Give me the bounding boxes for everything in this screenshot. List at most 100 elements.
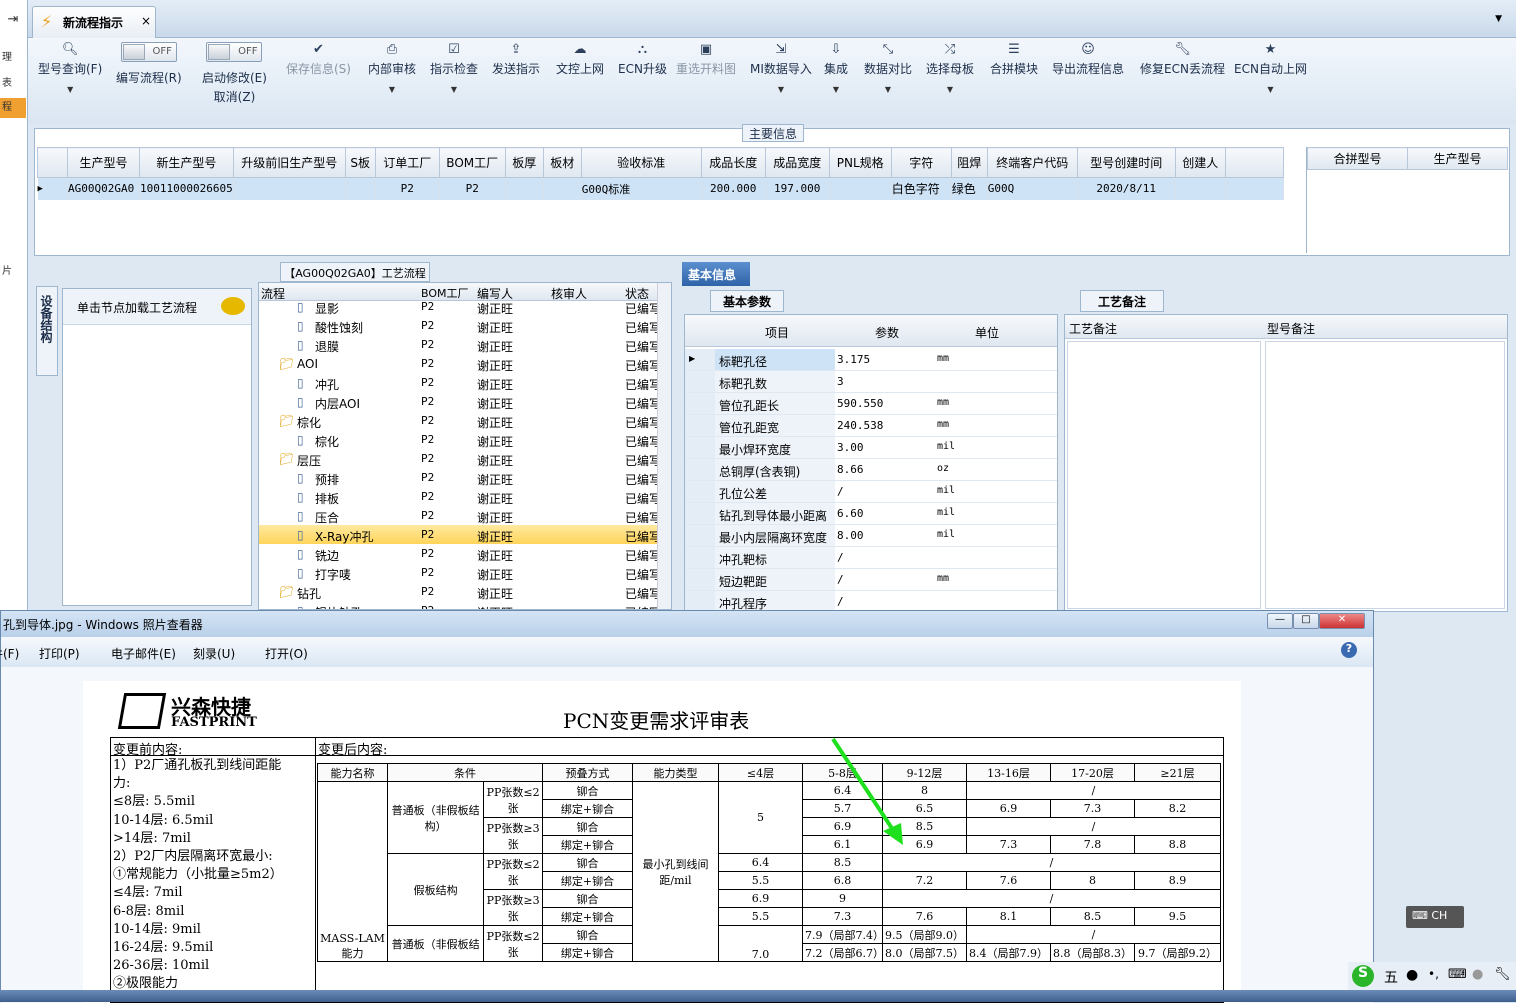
param-row[interactable]: 标靶孔数 3	[685, 371, 1057, 393]
param-row[interactable]: 最小内层隔离环宽度 8.00 mil	[685, 525, 1057, 547]
compare-data-button[interactable]: ⤡ 数据对比 ▼	[864, 42, 912, 94]
dropdown-icon[interactable]: ▼	[1495, 14, 1502, 24]
tree-row[interactable]: 📁︎钻孔 P2 谢正旺 已编写	[259, 582, 657, 601]
column-header[interactable]: 创建人	[1174, 147, 1226, 178]
param-row[interactable]: 短边靶距 / mm	[685, 569, 1057, 591]
column-header[interactable]: 型号创建时间	[1076, 147, 1176, 178]
tree-row[interactable]: ▯ 铣边 P2 谢正旺 已编写	[259, 544, 657, 563]
tree-row[interactable]: ▯ 酸性蚀刻 P2 谢正旺 已编写	[259, 316, 657, 335]
column-header[interactable]: S板	[344, 147, 376, 178]
row-selector[interactable]	[685, 591, 715, 611]
row-selector[interactable]	[685, 393, 715, 414]
column-header[interactable]: 生产型号	[67, 147, 140, 178]
cancel-label[interactable]: 取消(Z)	[202, 88, 267, 105]
menu-file[interactable]: 件(F)	[0, 645, 19, 662]
row-selector[interactable]	[685, 547, 715, 568]
tab-basic-info[interactable]: 基本信息	[682, 262, 750, 286]
row-selector[interactable]	[685, 569, 715, 590]
start-modify-toggle[interactable]: OFF 启动修改(E) 取消(Z)	[202, 42, 267, 105]
param-value[interactable]: /	[837, 573, 844, 586]
left-strip-item[interactable]: 理	[0, 48, 26, 68]
punctuation-icon[interactable]: •,	[1428, 967, 1439, 981]
param-value[interactable]: 240.538	[837, 419, 883, 432]
tree-row[interactable]: ▯ 棕化 P2 谢正旺 已编写	[259, 430, 657, 449]
cell[interactable]: P2	[439, 177, 506, 200]
maximize-button[interactable]: □	[1293, 613, 1319, 629]
param-value[interactable]: 3	[837, 375, 844, 388]
param-value[interactable]: /	[837, 485, 844, 498]
param-row[interactable]: 钻孔到导体最小距离 6.60 mil	[685, 503, 1057, 525]
tree-row[interactable]: ▯ 打字唛 P2 谢正旺 已编写	[259, 563, 657, 582]
column-header[interactable]: 项目	[765, 324, 789, 341]
cell[interactable]: AG00Q02GA0	[67, 177, 140, 200]
left-strip-item-active[interactable]: 程	[0, 98, 26, 118]
tree-row[interactable]: ▯铝片钻孔P2谢正旺已编写	[259, 601, 657, 609]
cell[interactable]: G00Q标准	[581, 177, 702, 200]
column-header[interactable]: 终端客户代码	[986, 147, 1078, 178]
keyboard-icon[interactable]: ⌨	[1448, 967, 1467, 982]
select-master-button[interactable]: ⤮ 选择母板 ▼	[926, 42, 974, 94]
row-selector[interactable]	[685, 481, 715, 502]
column-header[interactable]: 验收标准	[580, 147, 702, 178]
close-icon[interactable]: ×	[141, 14, 151, 28]
param-value[interactable]: 590.550	[837, 397, 883, 410]
ime-indicator[interactable]: ⌨ CH	[1406, 906, 1464, 928]
tree-row[interactable]: ▯ 退膜 P2 谢正旺 已编写	[259, 335, 657, 354]
param-value[interactable]: 8.66	[837, 463, 864, 476]
param-value[interactable]: 3.175	[837, 353, 870, 366]
ime-mode[interactable]: 五	[1384, 967, 1398, 987]
ecn-upgrade-button[interactable]: ⛬ ECN升级	[618, 42, 667, 77]
cell[interactable]: P2	[375, 177, 440, 200]
column-header[interactable]: BOM工厂	[438, 147, 506, 178]
vertical-tab-equipment[interactable]: 设备结构	[36, 286, 58, 376]
doc-upload-button[interactable]: ☁ 文控上网	[556, 42, 604, 77]
tree-row[interactable]: ▯ 冲孔 P2 谢正旺 已编写	[259, 373, 657, 392]
cell[interactable]	[543, 177, 582, 200]
left-strip-item[interactable]: 表	[0, 74, 26, 94]
param-row[interactable]: 冲孔靶标 /	[685, 547, 1057, 569]
tree-row[interactable]: ▯ 显影 P2 谢正旺 已编写	[259, 297, 657, 316]
column-header[interactable]: 阻焊	[950, 147, 988, 178]
cell[interactable]: 2020/8/11	[1077, 177, 1176, 200]
minimize-button[interactable]: —	[1267, 613, 1293, 629]
login-icon[interactable]: ⇥	[0, 12, 26, 32]
fix-ecn-button[interactable]: 🔧︎ 修复ECN丢流程	[1140, 42, 1225, 77]
tree-row[interactable]: ▯ X-Ray冲孔 P2 谢正旺 已编写	[259, 525, 657, 544]
row-selector[interactable]	[685, 503, 715, 524]
cell[interactable]: 197.000	[765, 177, 830, 200]
cell[interactable]: 200.000	[701, 177, 766, 200]
column-header[interactable]: 参数	[875, 324, 899, 341]
column-header[interactable]: 订单工厂	[374, 147, 440, 178]
column-header[interactable]: 字符	[890, 147, 952, 178]
row-selector[interactable]: ▶	[685, 349, 715, 370]
model-note-input[interactable]	[1265, 341, 1505, 609]
toggle-switch[interactable]: OFF	[120, 42, 177, 62]
toggle-switch[interactable]: OFF	[206, 42, 263, 62]
send-instruction-button[interactable]: ⇪ 发送指示	[492, 42, 540, 77]
row-selector[interactable]	[685, 525, 715, 546]
ecn-auto-button[interactable]: ★ ECN自动上网 ▼	[1234, 42, 1307, 94]
column-header[interactable]: 新生产型号	[139, 147, 234, 178]
tab-new-flow[interactable]: ⚡ 新流程指示 ×	[32, 6, 156, 38]
row-selector[interactable]	[685, 371, 715, 392]
column-header[interactable]: 合拼型号	[1307, 147, 1408, 170]
menu-email[interactable]: 电子邮件(E)	[111, 645, 176, 662]
cell[interactable]	[233, 177, 346, 200]
internal-review-button[interactable]: ⎙ 内部审核 ▼	[368, 42, 416, 94]
menu-open[interactable]: 打开(O)	[265, 645, 308, 662]
row-selector[interactable]	[685, 415, 715, 436]
param-value[interactable]: 3.00	[837, 441, 864, 454]
column-header[interactable]: 板厚	[504, 147, 544, 178]
tree-scrollbar[interactable]	[657, 283, 671, 609]
cell[interactable]: 白色字符	[891, 177, 952, 200]
close-button[interactable]: ✕	[1319, 613, 1365, 629]
table-row[interactable]: ▶ AG00Q02GA0 10011000026605 P2 P2 G00Q标准…	[37, 177, 1284, 200]
cell[interactable]: 10011000026605	[139, 177, 234, 200]
column-header[interactable]: 成品长度	[700, 147, 766, 178]
user-icon[interactable]: ●	[1472, 967, 1483, 982]
param-value[interactable]: 8.00	[837, 529, 864, 542]
tree-row[interactable]: 📁︎AOI P2 谢正旺 已编写	[259, 354, 657, 373]
tree-row[interactable]: ▯ 排板 P2 谢正旺 已编写	[259, 487, 657, 506]
tree-row[interactable]: 📁︎棕化 P2 谢正旺 已编写	[259, 411, 657, 430]
write-flow-toggle[interactable]: OFF 编写流程(R)	[116, 42, 182, 86]
